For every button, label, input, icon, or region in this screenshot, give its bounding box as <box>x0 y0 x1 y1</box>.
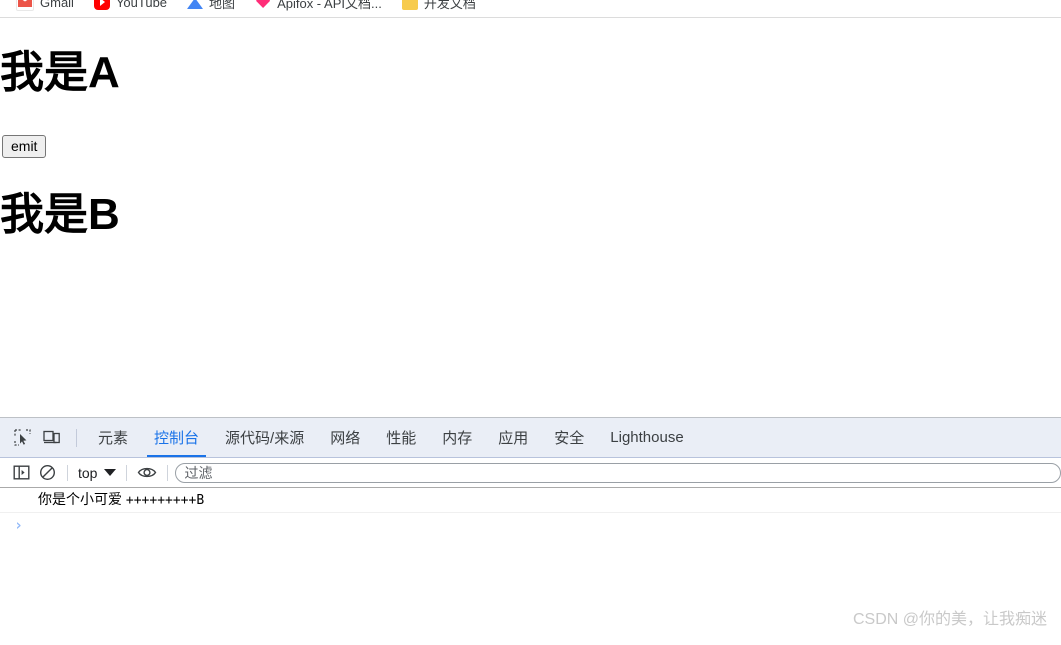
console-sidebar-icon[interactable] <box>8 461 34 485</box>
tab-network[interactable]: 网络 <box>317 418 373 457</box>
inspect-element-icon[interactable] <box>8 424 36 452</box>
bookmarks-list: Gmail YouTube 地图 Apifox - API文档... 开发文档 <box>8 0 488 15</box>
execution-context-label: top <box>78 464 98 481</box>
execution-context-selector[interactable]: top <box>75 465 119 481</box>
bookmark-label: Gmail <box>40 0 74 10</box>
youtube-icon <box>93 0 110 10</box>
apifox-icon <box>255 0 272 10</box>
bookmark-folder-dev-docs[interactable]: 开发文档 <box>394 0 484 15</box>
toolbar-divider <box>126 464 128 481</box>
bookmark-gmail[interactable]: Gmail <box>8 0 82 15</box>
devtools-tabbar: 元素 控制台 源代码/来源 网络 性能 内存 应用 安全 Lighthouse <box>0 418 1061 458</box>
folder-icon <box>401 0 418 10</box>
heading-b: 我是B <box>0 190 120 239</box>
tab-memory[interactable]: 内存 <box>429 418 485 457</box>
bookmark-maps[interactable]: 地图 <box>179 0 243 15</box>
page-viewport: 我是A emit 我是B <box>0 19 1061 417</box>
console-toolbar: top <box>0 458 1061 488</box>
console-message-suffix: +++++++++B <box>125 493 205 508</box>
tab-lighthouse[interactable]: Lighthouse <box>597 418 696 457</box>
tab-elements[interactable]: 元素 <box>85 418 141 457</box>
live-expression-icon[interactable] <box>134 461 160 485</box>
maps-icon <box>187 0 204 10</box>
toolbar-divider <box>167 464 169 481</box>
bookmark-label: 开发文档 <box>423 0 476 11</box>
devtools-panel: 元素 控制台 源代码/来源 网络 性能 内存 应用 安全 Lighthouse <box>0 417 1061 645</box>
bookmark-label: Apifox - API文档... <box>277 0 382 11</box>
csdn-watermark: CSDN @你的美，让我痴迷 <box>852 611 1047 628</box>
device-toolbar-icon[interactable] <box>38 424 66 452</box>
devtools-tool-icons <box>0 418 85 457</box>
gmail-icon <box>16 0 34 11</box>
toolbar-divider <box>76 428 77 447</box>
tab-console[interactable]: 控制台 <box>141 418 212 457</box>
bookmarks-bar: Gmail YouTube 地图 Apifox - API文档... 开发文档 <box>0 0 1061 18</box>
console-prompt-row[interactable]: › <box>0 513 1061 537</box>
bookmark-label: YouTube <box>115 0 168 10</box>
emit-button[interactable]: emit <box>2 135 47 158</box>
console-message-text: 你是个小可爱 <box>38 491 126 507</box>
toolbar-divider <box>67 464 68 481</box>
bookmark-label: 地图 <box>209 0 236 11</box>
prompt-chevron-icon: › <box>14 516 24 534</box>
chevron-down-icon <box>104 469 117 476</box>
tab-performance[interactable]: 性能 <box>373 418 429 457</box>
bookmark-apifox[interactable]: Apifox - API文档... <box>247 0 390 15</box>
console-message-row: 你是个小可爱 +++++++++B <box>0 488 1061 513</box>
bookmark-youtube[interactable]: YouTube <box>86 0 175 15</box>
devtools-tab-list: 元素 控制台 源代码/来源 网络 性能 内存 应用 安全 Lighthouse <box>85 418 697 457</box>
clear-console-icon[interactable] <box>34 461 60 485</box>
tab-application[interactable]: 应用 <box>485 418 541 457</box>
console-filter-input[interactable] <box>175 462 1061 483</box>
tab-security[interactable]: 安全 <box>541 418 597 457</box>
tab-sources[interactable]: 源代码/来源 <box>212 418 317 457</box>
heading-a: 我是A <box>0 48 120 97</box>
